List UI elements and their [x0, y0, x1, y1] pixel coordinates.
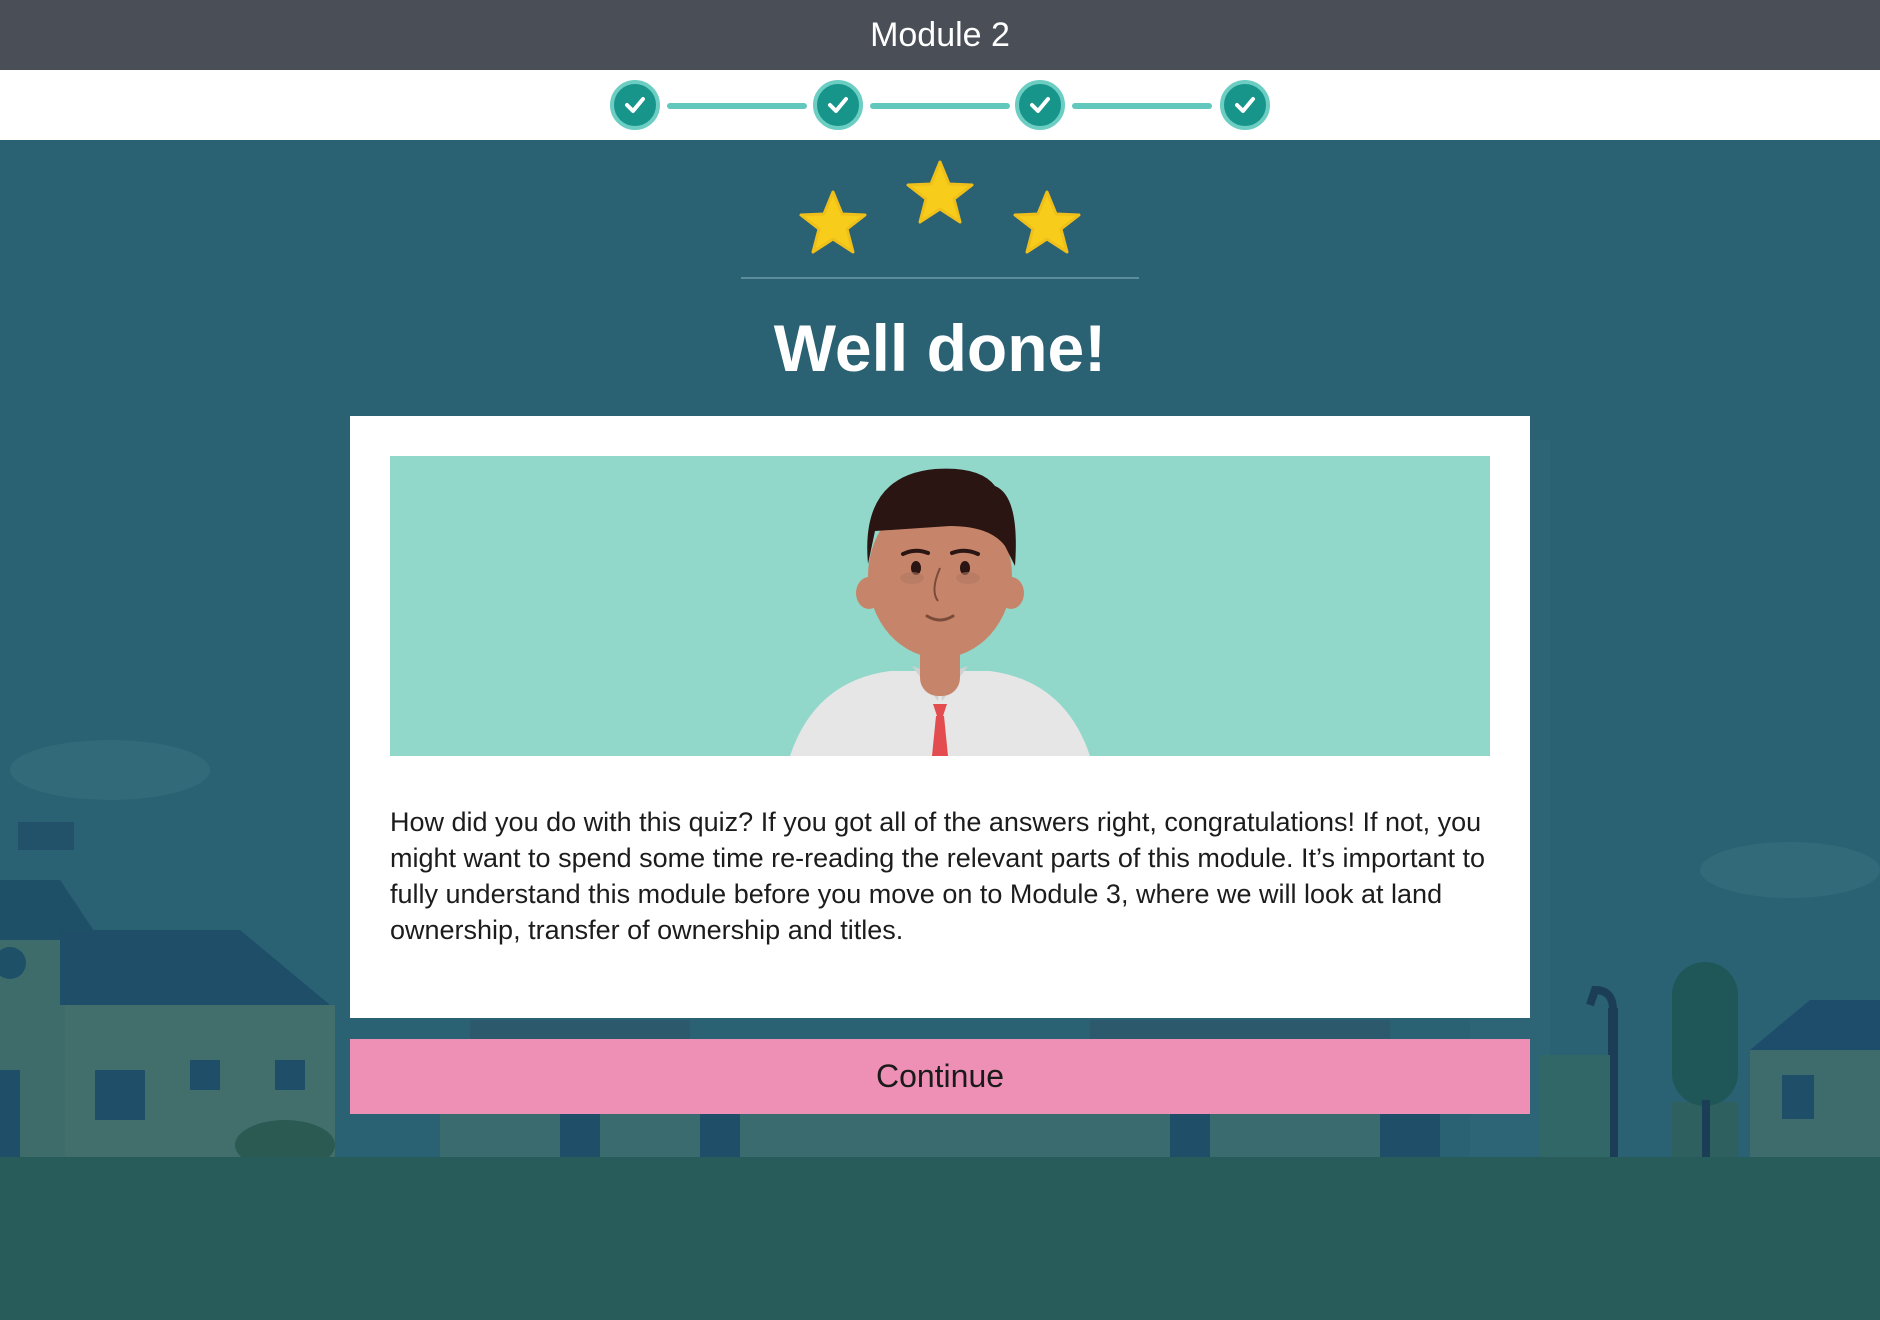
- progress-step-1: [610, 80, 660, 130]
- feedback-card: How did you do with this quiz? If you go…: [350, 416, 1530, 1018]
- progress-step-2: [813, 80, 863, 130]
- star-icon: [799, 190, 867, 254]
- check-icon: [828, 97, 848, 113]
- page-title: Well done!: [773, 311, 1107, 385]
- heading-divider: [741, 277, 1139, 279]
- progress-step-3: [1015, 80, 1065, 130]
- module-title: Module 2: [870, 15, 1010, 54]
- module-header: Module 2: [0, 0, 1880, 70]
- star-icon: [906, 160, 974, 224]
- progress-connector: [1072, 103, 1212, 109]
- progress-connector: [870, 103, 1010, 109]
- star-icon: [1013, 190, 1081, 254]
- feedback-message: How did you do with this quiz? If you go…: [390, 807, 1486, 945]
- progress-step-4: [1220, 80, 1270, 130]
- man-avatar-illustration: [790, 468, 1090, 756]
- progress-tracker: [0, 70, 1880, 140]
- check-icon: [625, 97, 645, 113]
- continue-button[interactable]: Continue: [350, 1039, 1530, 1114]
- check-icon: [1030, 97, 1050, 113]
- check-icon: [1235, 97, 1255, 113]
- presenter-illustration: [390, 456, 1490, 756]
- progress-connector: [667, 103, 807, 109]
